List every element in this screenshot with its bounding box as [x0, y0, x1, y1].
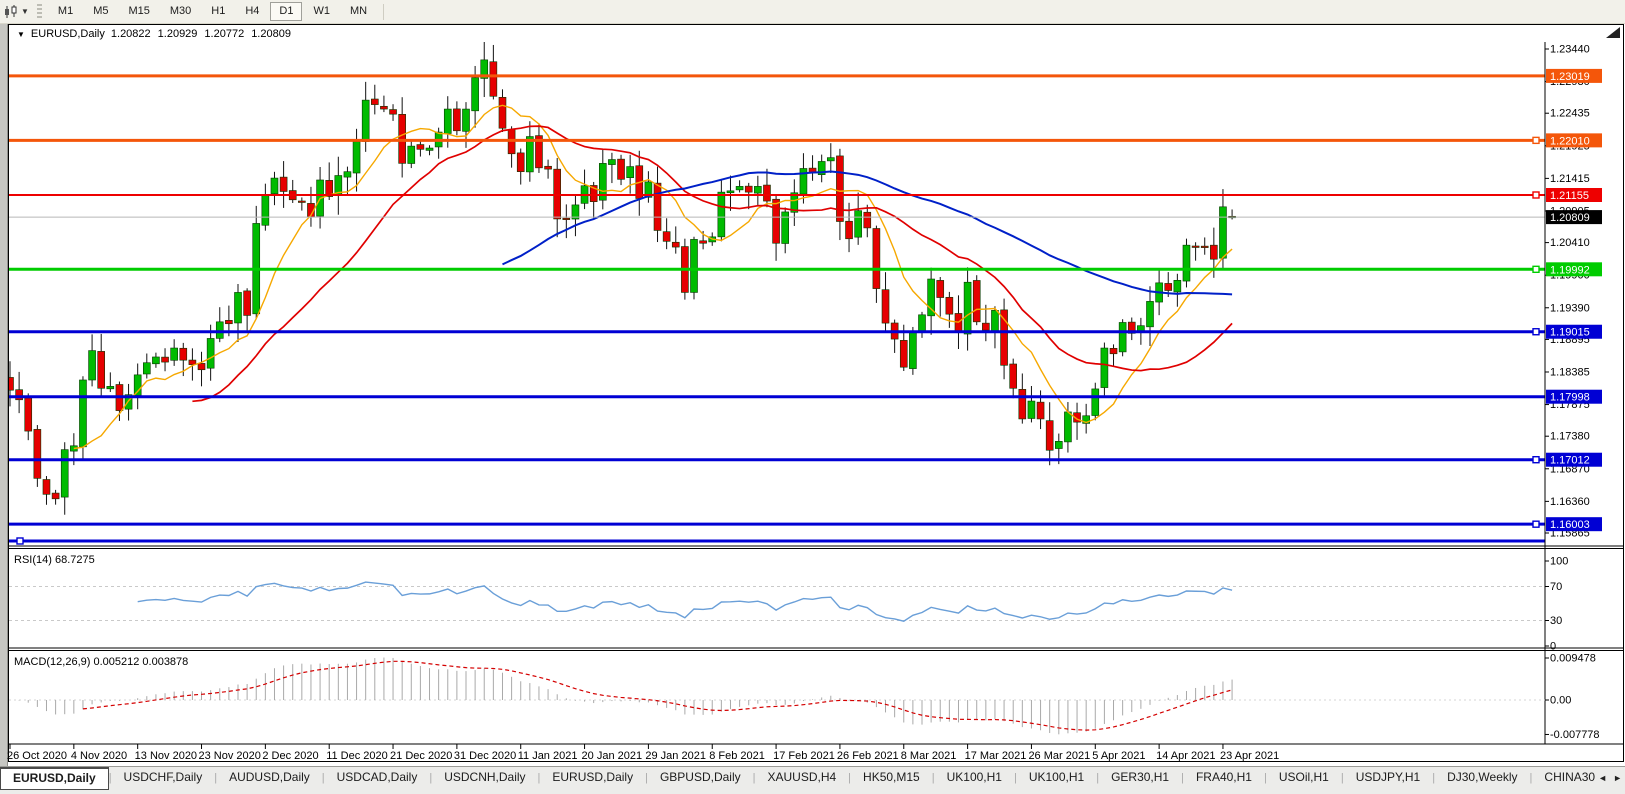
date-tick-label: 31 Dec 2020 [454, 750, 516, 762]
date-tick-label: 26 Feb 2021 [837, 750, 899, 762]
date-tick-label: 17 Mar 2021 [965, 750, 1027, 762]
date-tick-label: 17 Feb 2021 [773, 750, 835, 762]
quote-high: 1.20929 [157, 28, 198, 40]
quote-close: 1.20809 [251, 28, 291, 40]
rsi-axis-label: 100 [1550, 556, 1568, 568]
arrow-right-icon[interactable]: ► [1610, 767, 1625, 783]
date-tick-label: 4 Nov 2020 [71, 750, 127, 762]
date-tick-label: 26 Oct 2020 [7, 750, 67, 762]
date-tick-label: 21 Dec 2020 [390, 750, 452, 762]
macd-indicator-label: MACD(12,26,9) 0.005212 0.003878 [14, 656, 188, 668]
chart-header: ▼ EURUSD,Daily 1.20822 1.20929 1.20772 1… [13, 27, 295, 41]
price-tick-label: 1.16360 [1550, 496, 1590, 508]
rsi-axis-label: 70 [1550, 581, 1562, 593]
price-tick-label: 1.17380 [1550, 431, 1590, 443]
level-price-box-label: 1.22010 [1550, 135, 1590, 147]
price-tick-label: 1.22435 [1550, 108, 1590, 120]
chart-tab-fra40-h1-12[interactable]: FRA40,H1 [1184, 767, 1264, 790]
chart-symbol-label: EURUSD,Daily [30, 28, 105, 40]
chart-tab-usdjpy-h1-14[interactable]: USDJPY,H1 [1344, 767, 1432, 790]
chart-tab-usdchf-daily-1[interactable]: USDCHF,Daily [112, 767, 215, 790]
quote-low: 1.20772 [204, 28, 245, 40]
triangle-down-icon[interactable]: ▼ [17, 30, 25, 39]
chart-tab-eurusd-daily-5[interactable]: EURUSD,Daily [540, 767, 645, 790]
date-tick-label: 8 Feb 2021 [709, 750, 765, 762]
chart-tab-usdcnh-daily-4[interactable]: USDCNH,Daily [432, 767, 537, 790]
current-price-box-label: 1.20809 [1550, 212, 1590, 224]
level-price-box-label: 1.17998 [1550, 392, 1590, 404]
level-handle[interactable] [16, 537, 24, 545]
date-tick-label: 8 Mar 2021 [901, 750, 957, 762]
level-price-box-label: 1.23019 [1550, 71, 1590, 83]
date-tick-label: 23 Nov 2020 [199, 750, 261, 762]
chart-tab-dj30-weekly-15[interactable]: DJ30,Weekly [1435, 767, 1529, 790]
price-tick-label: 1.19390 [1550, 302, 1590, 314]
date-tick-label: 26 Mar 2021 [1028, 750, 1090, 762]
date-tick-label: 14 Apr 2021 [1156, 750, 1215, 762]
macd-axis-label: -0.007778 [1550, 729, 1600, 741]
date-tick-label: 29 Jan 2021 [645, 750, 706, 762]
chart-tab-xauusd-h4-7[interactable]: XAUUSD,H4 [755, 767, 848, 790]
mt4-terminal: ▼ M1 M5 M15 M30 H1 H4 D1 W1 MN ▼ EURUSD,Daily 1.… [0, 0, 1625, 794]
chart-tab-hk50-m15-8[interactable]: HK50,M15 [851, 767, 932, 790]
date-tick-label: 20 Jan 2021 [582, 750, 643, 762]
rsi-axis-label: 30 [1550, 615, 1562, 627]
chart-tab-usoil-h1-13[interactable]: USOil,H1 [1267, 767, 1341, 790]
level-handle[interactable] [1532, 191, 1540, 199]
level-handle[interactable] [1532, 456, 1540, 464]
rsi-indicator-label: RSI(14) 68.7275 [14, 554, 95, 566]
level-price-box-label: 1.21155 [1550, 190, 1589, 202]
macd-axis-label: 0.009478 [1550, 653, 1596, 665]
price-tick-label: 1.21415 [1550, 173, 1590, 185]
chart-tab-eurusd-daily-0[interactable]: EURUSD,Daily [0, 767, 109, 790]
level-price-box-label: 1.17012 [1550, 455, 1590, 467]
quote-open: 1.20822 [110, 28, 151, 40]
date-tick-label: 23 Apr 2021 [1220, 750, 1279, 762]
chart-tab-gbpusd-daily-6[interactable]: GBPUSD,Daily [648, 767, 753, 790]
price-tick-label: 1.20410 [1550, 237, 1590, 249]
chart-canvas[interactable]: 1.234401.229301.224351.219251.214151.209… [0, 0, 1625, 794]
level-handle[interactable] [1532, 328, 1540, 336]
chart-tab-china300-h1-16[interactable]: CHINA300,H1 [1532, 767, 1595, 790]
price-tick-label: 1.18385 [1550, 366, 1590, 378]
chart-tab-audusd-daily-2[interactable]: AUDUSD,Daily [217, 767, 322, 790]
date-tick-label: 11 Dec 2020 [326, 750, 388, 762]
chart-tab-uk100-h1-9[interactable]: UK100,H1 [935, 767, 1014, 790]
chart-tab-ger30-h1-11[interactable]: GER30,H1 [1099, 767, 1181, 790]
level-handle[interactable] [1532, 520, 1540, 528]
level-price-box-label: 1.16003 [1550, 519, 1590, 531]
price-tick-label: 1.23440 [1550, 44, 1590, 56]
arrow-left-icon[interactable]: ◄ [1595, 767, 1610, 783]
date-tick-label: 2 Dec 2020 [262, 750, 318, 762]
level-handle[interactable] [1532, 265, 1540, 274]
level-handle[interactable] [1532, 136, 1540, 145]
level-price-box-label: 1.19992 [1550, 264, 1590, 276]
chart-tab-usdcad-daily-3[interactable]: USDCAD,Daily [325, 767, 430, 790]
rsi-axis-label: 0 [1550, 641, 1556, 653]
level-price-box-label: 1.19015 [1550, 327, 1590, 339]
chart-tab-bar: EURUSD,Daily | USDCHF,Daily | AUDUSD,Daily | U… [0, 766, 1625, 794]
chart-tab-uk100-h1-10[interactable]: UK100,H1 [1017, 767, 1096, 790]
date-tick-label: 11 Jan 2021 [518, 750, 578, 762]
date-tick-label: 5 Apr 2021 [1092, 750, 1145, 762]
date-tick-label: 13 Nov 2020 [135, 750, 197, 762]
macd-axis-label: 0.00 [1550, 695, 1571, 707]
